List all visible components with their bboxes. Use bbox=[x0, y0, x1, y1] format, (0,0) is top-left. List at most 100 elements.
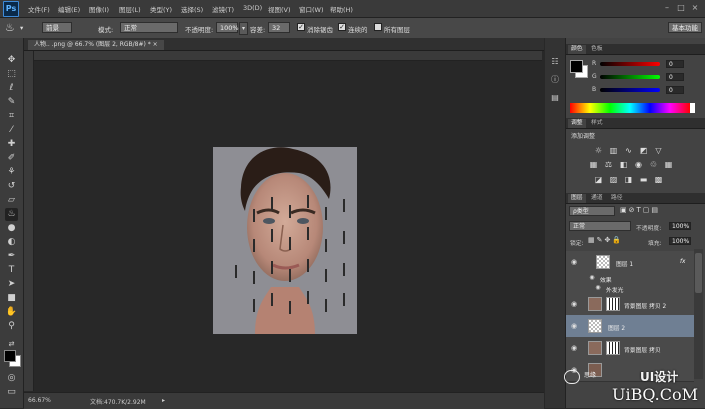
threshold-icon[interactable]: ◨ bbox=[624, 175, 633, 184]
gradient-map-icon[interactable]: ▬ bbox=[639, 175, 648, 184]
fill-input[interactable]: 100% bbox=[669, 237, 691, 245]
blur-tool-icon[interactable]: ● bbox=[5, 222, 18, 235]
r-slider[interactable] bbox=[600, 62, 660, 66]
history-panel-icon[interactable]: ☷ bbox=[549, 56, 561, 68]
quick-mask-icon[interactable]: ◎ bbox=[5, 372, 18, 385]
maximize-button[interactable]: □ bbox=[676, 3, 686, 12]
layer-kind-filter[interactable]: ρ类型 bbox=[569, 206, 615, 216]
b-value[interactable]: 0 bbox=[666, 86, 684, 94]
menu-layer[interactable]: 图层(L) bbox=[119, 4, 141, 14]
clone-stamp-tool-icon[interactable]: ⚘ bbox=[5, 166, 18, 179]
g-slider[interactable] bbox=[600, 75, 660, 79]
status-menu-arrow-icon[interactable]: ▸ bbox=[162, 397, 165, 404]
lock-icons[interactable]: ▦✎✥🔒 bbox=[588, 236, 623, 244]
menu-edit[interactable]: 编辑(E) bbox=[58, 4, 80, 14]
eye-icon[interactable]: ◉ bbox=[570, 322, 578, 330]
color-lookup-icon[interactable]: ▦ bbox=[664, 160, 673, 169]
menu-3d[interactable]: 3D(D) bbox=[243, 4, 262, 12]
layers-scroll-thumb[interactable] bbox=[695, 253, 702, 293]
hand-tool-icon[interactable]: ✋ bbox=[5, 306, 18, 319]
crop-tool-icon[interactable]: ⌗ bbox=[5, 110, 18, 123]
zoom-tool-icon[interactable]: ⚲ bbox=[5, 320, 18, 333]
zoom-level[interactable]: 66.67% bbox=[28, 397, 51, 404]
spectrum-white-swatch[interactable] bbox=[690, 103, 695, 113]
r-value[interactable]: 0 bbox=[666, 60, 684, 68]
color-balance-icon[interactable]: ⚖ bbox=[604, 160, 613, 169]
brush-tool-icon[interactable]: ✐ bbox=[5, 152, 18, 165]
layer-row[interactable]: ◉ 图层 1 fx bbox=[566, 251, 694, 274]
fx-badge[interactable]: fx bbox=[680, 259, 685, 265]
dodge-tool-icon[interactable]: ◐ bbox=[5, 236, 18, 249]
menu-file[interactable]: 文件(F) bbox=[28, 4, 50, 14]
properties-panel-icon[interactable]: ▤ bbox=[549, 92, 561, 104]
levels-icon[interactable]: ▥ bbox=[609, 146, 618, 155]
menu-view[interactable]: 视图(V) bbox=[268, 4, 291, 14]
quick-select-tool-icon[interactable]: ✎ bbox=[5, 96, 18, 109]
healing-brush-tool-icon[interactable]: ✚ bbox=[5, 138, 18, 151]
layer-row-selected[interactable]: ◉ 图层 2 bbox=[566, 315, 694, 338]
eye-icon[interactable]: ◉ bbox=[570, 344, 578, 352]
layer-opacity-input[interactable]: 100% bbox=[669, 222, 691, 230]
invert-icon[interactable]: ◪ bbox=[594, 175, 603, 184]
tab-channels[interactable]: 通道 bbox=[588, 194, 606, 203]
document-image[interactable] bbox=[213, 147, 357, 334]
contiguous-checkbox[interactable]: ✓ bbox=[338, 23, 346, 31]
menu-filter[interactable]: 滤镜(T) bbox=[212, 4, 234, 14]
history-brush-tool-icon[interactable]: ↺ bbox=[5, 180, 18, 193]
screen-mode-icon[interactable]: ▭ bbox=[5, 386, 18, 399]
type-tool-icon[interactable]: T bbox=[5, 264, 18, 277]
color-fg-swatch[interactable] bbox=[570, 60, 583, 73]
opacity-dropdown-icon[interactable]: ▾ bbox=[239, 22, 248, 35]
menu-select[interactable]: 选择(S) bbox=[181, 4, 203, 14]
b-slider[interactable] bbox=[600, 88, 660, 92]
tab-adjustments[interactable]: 调整 bbox=[568, 119, 586, 128]
mode-select[interactable]: 正常 bbox=[120, 22, 178, 33]
close-button[interactable]: × bbox=[690, 3, 700, 12]
photo-filter-icon[interactable]: ◉ bbox=[634, 160, 643, 169]
pen-tool-icon[interactable]: ✒ bbox=[5, 250, 18, 263]
workspace-select[interactable]: 基本功能 bbox=[668, 22, 702, 33]
tab-styles[interactable]: 样式 bbox=[588, 119, 606, 128]
foreground-color-swatch[interactable] bbox=[4, 350, 16, 362]
info-panel-icon[interactable]: ⓘ bbox=[549, 74, 561, 86]
paint-bucket-icon[interactable]: ♨ bbox=[5, 21, 15, 34]
hue-saturation-icon[interactable]: ▦ bbox=[589, 160, 598, 169]
posterize-icon[interactable]: ▨ bbox=[609, 175, 618, 184]
tolerance-input[interactable]: 32 bbox=[268, 22, 290, 33]
eye-icon[interactable]: ◉ bbox=[570, 300, 578, 308]
color-spectrum-bar[interactable] bbox=[570, 103, 690, 113]
layer-row[interactable]: ◉ 背景图层 拷贝 bbox=[566, 337, 694, 360]
vibrance-icon[interactable]: ▽ bbox=[654, 146, 663, 155]
selective-color-icon[interactable]: ▩ bbox=[654, 175, 663, 184]
shape-tool-icon[interactable]: ■ bbox=[5, 292, 18, 305]
black-white-icon[interactable]: ◧ bbox=[619, 160, 628, 169]
tab-swatches[interactable]: 色板 bbox=[588, 45, 606, 54]
effects-eye-icon[interactable]: ◉ bbox=[588, 274, 596, 282]
antialias-checkbox[interactable]: ✓ bbox=[297, 23, 305, 31]
outer-glow-eye-icon[interactable]: ◉ bbox=[594, 284, 602, 292]
menu-window[interactable]: 窗口(W) bbox=[299, 4, 324, 14]
eraser-tool-icon[interactable]: ▱ bbox=[5, 194, 18, 207]
marquee-tool-icon[interactable]: ⬚ bbox=[5, 68, 18, 81]
move-tool-icon[interactable]: ✥ bbox=[5, 54, 18, 67]
lasso-tool-icon[interactable]: ℓ bbox=[5, 82, 18, 95]
tab-paths[interactable]: 路径 bbox=[608, 194, 626, 203]
curves-icon[interactable]: ∿ bbox=[624, 146, 633, 155]
brightness-icon[interactable]: ☼ bbox=[594, 146, 603, 155]
menu-help[interactable]: 帮助(H) bbox=[330, 4, 353, 14]
tool-preset-picker[interactable]: ▾ bbox=[20, 24, 23, 32]
document-tab[interactable]: 人物.. .png @ 66.7% (图层 2, RGB/8#) * × bbox=[28, 40, 164, 50]
layer-filter-icons[interactable]: ▣⊘T▢▤ bbox=[620, 206, 660, 214]
layers-scrollbar[interactable] bbox=[694, 249, 703, 379]
tab-layers[interactable]: 图层 bbox=[568, 194, 586, 203]
exposure-icon[interactable]: ◩ bbox=[639, 146, 648, 155]
menu-type[interactable]: 类型(Y) bbox=[150, 4, 172, 14]
fill-source-select[interactable]: 前景 bbox=[42, 22, 72, 33]
paint-bucket-tool-icon[interactable]: ♨ bbox=[5, 208, 18, 221]
menu-image[interactable]: 图像(I) bbox=[89, 4, 109, 14]
eye-icon[interactable]: ◉ bbox=[570, 258, 578, 266]
blend-mode-select[interactable]: 正常 bbox=[569, 221, 631, 231]
path-select-tool-icon[interactable]: ➤ bbox=[5, 278, 18, 291]
all-layers-checkbox[interactable]: ✓ bbox=[374, 23, 382, 31]
minimize-button[interactable]: – bbox=[662, 3, 672, 12]
